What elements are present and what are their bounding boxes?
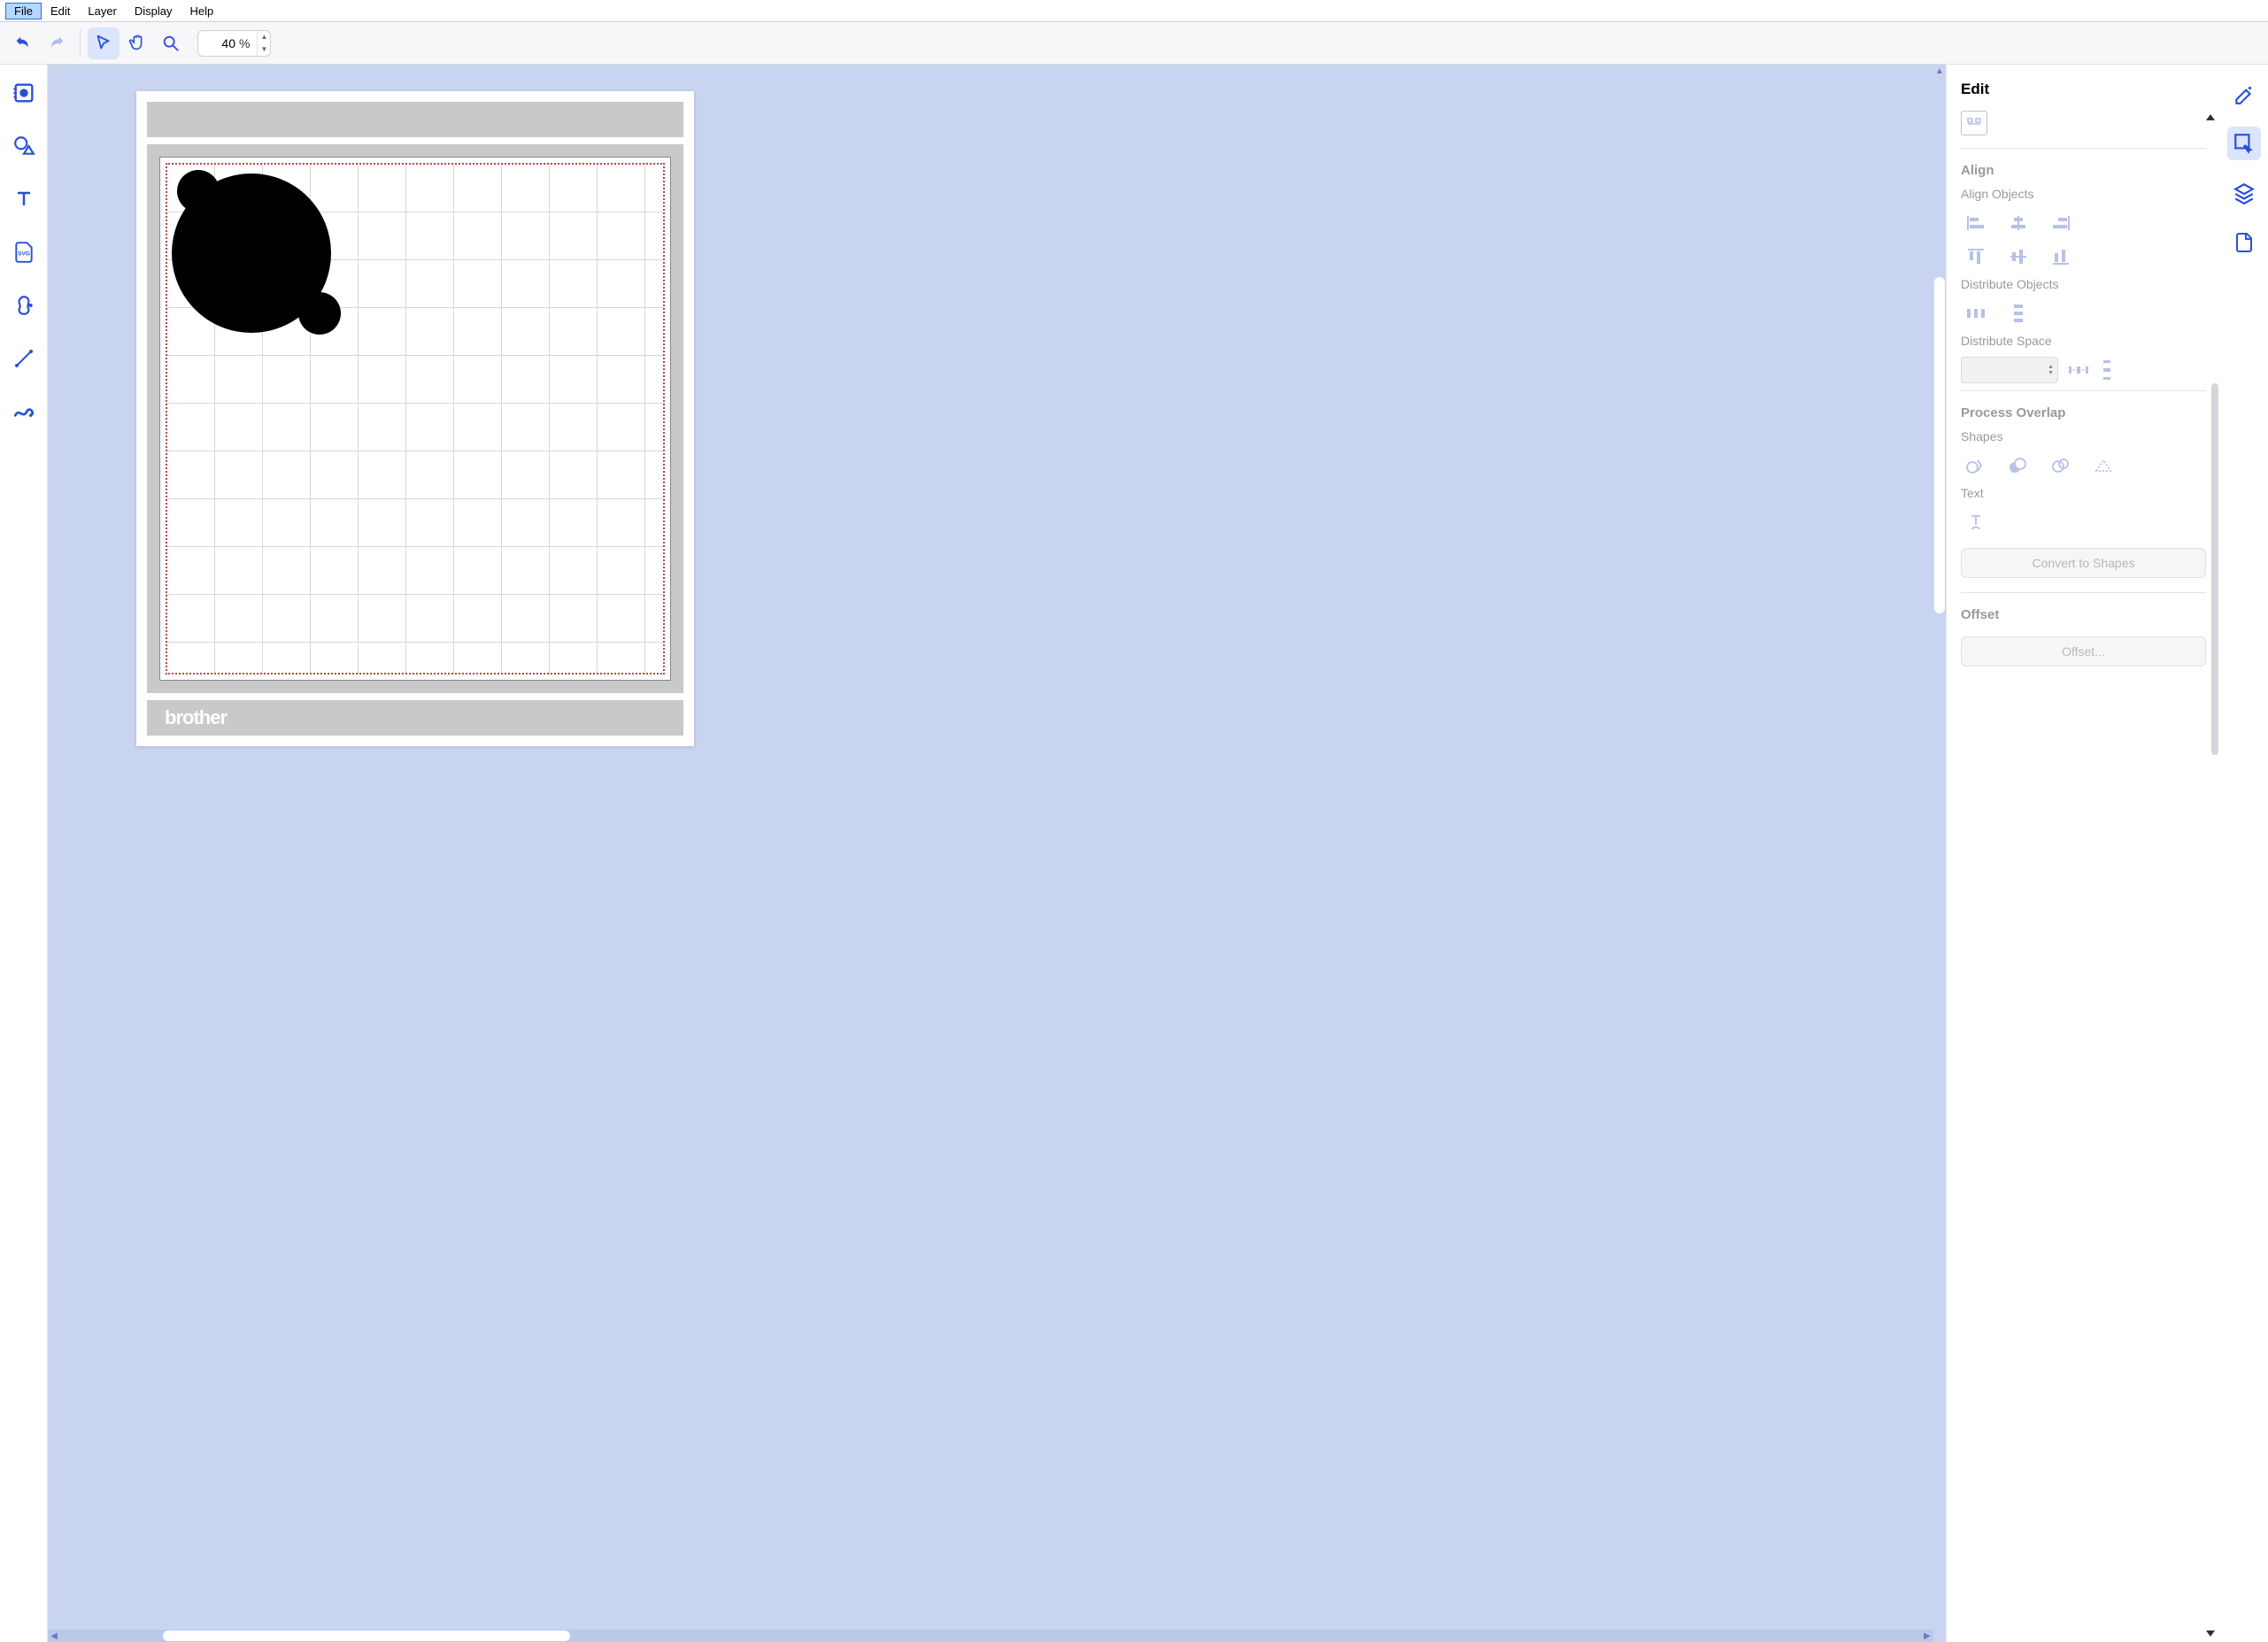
left-tool-palette: SVG bbox=[0, 65, 48, 1642]
top-toolbar: % ▲ ▼ bbox=[0, 22, 2268, 65]
layers-tab[interactable] bbox=[2227, 176, 2261, 210]
process-overlap-title: Process Overlap bbox=[1961, 405, 2206, 420]
distribute-h-icon[interactable] bbox=[1961, 300, 1991, 327]
panel-divider-2 bbox=[1961, 390, 2206, 391]
mat-body bbox=[147, 144, 683, 693]
canvas-area[interactable]: brother ▲ ◀ ▶ bbox=[48, 65, 1946, 1642]
zoom-tool-button[interactable] bbox=[155, 27, 187, 59]
line-tool[interactable] bbox=[8, 343, 40, 374]
align-section-title: Align bbox=[1961, 163, 2206, 178]
distribute-space-label: Distribute Space bbox=[1961, 334, 2206, 348]
text-label: Text bbox=[1961, 486, 2206, 500]
canvas-shape-blob[interactable] bbox=[167, 165, 344, 342]
canvas-scroll-thumb-horizontal[interactable] bbox=[163, 1630, 570, 1641]
pan-tool-button[interactable] bbox=[121, 27, 153, 59]
scroll-right-arrow-icon[interactable]: ▶ bbox=[1921, 1630, 1933, 1642]
select-tool-button[interactable] bbox=[88, 27, 120, 59]
zoom-spinner: ▲ ▼ bbox=[257, 31, 270, 56]
right-tab-strip bbox=[2220, 65, 2268, 1642]
auto-shape-tool[interactable] bbox=[8, 289, 40, 321]
panel-divider-3 bbox=[1961, 592, 2206, 593]
panel-title: Edit bbox=[1961, 81, 2206, 98]
align-left-icon[interactable] bbox=[1961, 210, 1991, 236]
zoom-unit-label: % bbox=[235, 36, 257, 50]
menu-layer[interactable]: Layer bbox=[79, 3, 126, 19]
align-right-icon[interactable] bbox=[2046, 210, 2076, 236]
mat-header bbox=[147, 102, 683, 137]
right-properties-panel: Edit Align Align Objects Distribute Obje… bbox=[1946, 65, 2220, 1642]
scroll-up-arrow-icon[interactable]: ▲ bbox=[1933, 65, 1946, 77]
text-to-path-icon[interactable] bbox=[1961, 509, 1991, 536]
offset-button[interactable]: Offset... bbox=[1961, 636, 2206, 667]
document-tab[interactable] bbox=[2227, 226, 2261, 259]
panel-scrollbar[interactable] bbox=[2211, 383, 2218, 755]
panel-expand-down-icon[interactable] bbox=[2206, 1630, 2215, 1637]
subtract-icon[interactable] bbox=[2003, 452, 2033, 479]
shapes-tool[interactable] bbox=[8, 130, 40, 162]
align-bottom-icon[interactable] bbox=[2046, 243, 2076, 270]
menu-edit[interactable]: Edit bbox=[42, 3, 79, 19]
svg-import-tool[interactable]: SVG bbox=[8, 236, 40, 268]
undo-button[interactable] bbox=[7, 27, 39, 59]
cutting-mat: brother bbox=[136, 91, 694, 746]
trace-tool[interactable] bbox=[8, 77, 40, 109]
align-center-h-icon[interactable] bbox=[2003, 210, 2033, 236]
panel-divider bbox=[1961, 148, 2206, 149]
convert-to-shapes-button[interactable]: Convert to Shapes bbox=[1961, 548, 2206, 578]
zoom-up-button[interactable]: ▲ bbox=[258, 31, 270, 43]
panel-collapse-up-icon[interactable] bbox=[2206, 114, 2215, 120]
menu-display[interactable]: Display bbox=[126, 3, 181, 19]
distribute-space-dropdown[interactable]: ▲▼ bbox=[1961, 357, 2058, 383]
menu-help[interactable]: Help bbox=[181, 3, 223, 19]
divide-icon[interactable] bbox=[2088, 452, 2118, 479]
edit-group-icon[interactable] bbox=[1961, 111, 1987, 135]
align-top-icon[interactable] bbox=[1961, 243, 1991, 270]
weld-icon[interactable] bbox=[1961, 452, 1991, 479]
mat-brand-label: brother bbox=[165, 706, 227, 729]
edit-tab[interactable] bbox=[2227, 127, 2261, 160]
zoom-input[interactable] bbox=[198, 36, 235, 50]
shapes-label: Shapes bbox=[1961, 429, 2206, 443]
menu-file[interactable]: File bbox=[5, 3, 42, 19]
svg-text:SVG: SVG bbox=[18, 251, 30, 257]
toolbar-separator bbox=[80, 29, 81, 58]
distribute-space-h-icon[interactable] bbox=[2067, 362, 2090, 378]
canvas-scroll-thumb-vertical[interactable] bbox=[1934, 277, 1945, 613]
styles-tab[interactable] bbox=[2227, 77, 2261, 111]
intersect-icon[interactable] bbox=[2046, 452, 2076, 479]
canvas-scrollbar-horizontal[interactable]: ◀ ▶ bbox=[48, 1630, 1933, 1642]
freehand-tool[interactable] bbox=[8, 396, 40, 428]
zoom-input-box: % ▲ ▼ bbox=[197, 30, 271, 57]
redo-button[interactable] bbox=[41, 27, 73, 59]
text-tool[interactable] bbox=[8, 183, 40, 215]
canvas-scrollbar-vertical[interactable]: ▲ bbox=[1933, 65, 1946, 1630]
distribute-v-icon[interactable] bbox=[2003, 300, 2033, 327]
menu-bar: File Edit Layer Display Help bbox=[0, 0, 2268, 22]
mat-cutting-area[interactable] bbox=[159, 157, 671, 681]
distribute-objects-label: Distribute Objects bbox=[1961, 277, 2206, 291]
align-objects-label: Align Objects bbox=[1961, 187, 2206, 201]
align-center-v-icon[interactable] bbox=[2003, 243, 2033, 270]
offset-title: Offset bbox=[1961, 607, 2206, 622]
distribute-space-v-icon[interactable] bbox=[2099, 358, 2115, 382]
zoom-down-button[interactable]: ▼ bbox=[258, 43, 270, 56]
main-area: SVG bbox=[0, 65, 2268, 1642]
scroll-left-arrow-icon[interactable]: ◀ bbox=[48, 1630, 60, 1642]
mat-footer: brother bbox=[147, 700, 683, 736]
